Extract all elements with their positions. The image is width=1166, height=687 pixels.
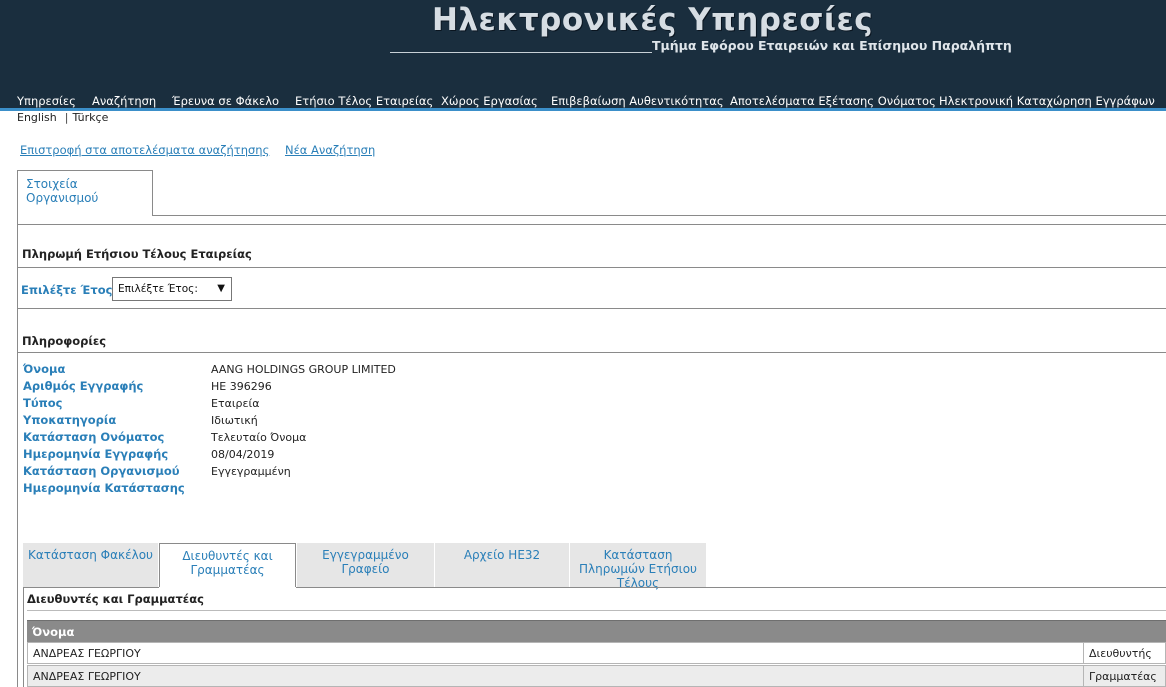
nav-underline: [0, 108, 1166, 111]
tab-payment-status-label: Κατάσταση Πληρωμών Ετήσιου Τέλους: [579, 548, 697, 590]
column-header-name: Όνομα: [32, 625, 75, 639]
info-label-name-status: Κατάσταση Ονόματος: [23, 430, 165, 444]
site-subtitle: Τμήμα Εφόρου Εταιρειών και Επίσημου Παρα…: [652, 38, 1012, 53]
directors-table-header: Όνομα: [27, 620, 1166, 642]
tab-he32-archive[interactable]: Αρχείο ΗΕ32: [435, 543, 569, 587]
director-name: ΑΝΔΡΕΑΣ ΓΕΩΡΓΙΟΥ: [33, 670, 141, 683]
tab-registered-office-label: Εγγεγραμμένο Γραφείο: [322, 548, 409, 576]
year-select[interactable]: Επιλέξτε Έτος: ▼: [112, 277, 232, 301]
info-title: Πληροφορίες: [22, 334, 107, 348]
info-label-type: Τύπος: [23, 396, 63, 410]
panel-left-border: [17, 215, 18, 687]
divider: [17, 267, 1166, 268]
table-row: ΑΝΔΡΕΑΣ ΓΕΩΡΓΙΟΥ Γραμματέας: [27, 665, 1166, 687]
year-select-value: Επιλέξτε Έτος:: [118, 283, 198, 295]
director-role: Γραμματέας: [1083, 666, 1166, 687]
info-label-org-status: Κατάσταση Οργανισμού: [23, 464, 180, 478]
subtitle-rule: [390, 52, 652, 53]
info-label-subcategory: Υποκατηγορία: [23, 413, 117, 427]
language-switcher: English | Türkçe: [17, 111, 108, 124]
search-links: Επιστροφή στα αποτελέσματα αναζήτησης Νέ…: [20, 143, 387, 157]
table-row: ΑΝΔΡΕΑΣ ΓΕΩΡΓΙΟΥ Διευθυντής: [27, 642, 1166, 664]
divider: [17, 308, 1166, 309]
subtab-baseline: [296, 587, 1166, 588]
top-nav: Υπηρεσίες Αναζήτηση Έρευνα σε Φάκελο Ετή…: [0, 92, 1166, 109]
info-label-reg-number: Αριθμός Εγγραφής: [23, 379, 144, 393]
payment-title: Πληρωμή Ετήσιου Τέλους Εταιρείας: [22, 247, 252, 261]
divider: [17, 224, 1166, 225]
nav-item-name-results[interactable]: Αποτελέσματα Εξέτασης Ονόματος: [730, 92, 936, 108]
tab-organization-details[interactable]: Στοιχεία Οργανισμού: [17, 170, 153, 216]
directors-title: Διευθυντές και Γραμματέας: [27, 592, 204, 606]
subpanel-left-border: [23, 587, 24, 687]
info-label-reg-date: Ημερομηνία Εγγραφής: [23, 447, 169, 461]
new-search-link[interactable]: Νέα Αναζήτηση: [285, 143, 375, 157]
info-value-org-status: Εγγεγραμμένη: [211, 465, 291, 478]
director-role: Διευθυντής: [1083, 643, 1166, 664]
director-name: ΑΝΔΡΕΑΣ ΓΕΩΡΓΙΟΥ: [33, 647, 141, 660]
tab-baseline: [153, 215, 1166, 216]
tab-he32-archive-label: Αρχείο ΗΕ32: [463, 548, 541, 562]
nav-item-workspace[interactable]: Χώρος Εργασίας: [441, 92, 538, 108]
tab-directors-secretary[interactable]: Διευθυντές και Γραμματέας: [159, 543, 296, 587]
divider: [17, 352, 1166, 353]
tab-directors-secretary-label: Διευθυντές και Γραμματέας: [182, 549, 273, 577]
info-value-type: Εταιρεία: [211, 397, 260, 410]
info-value-reg-number: ΗΕ 396296: [211, 380, 272, 393]
subtab-baseline: [23, 587, 159, 588]
site-title: Ηλεκτρονικές Υπηρεσίες: [432, 2, 874, 38]
directors-divider: [27, 610, 1166, 611]
info-label-status-date: Ημερομηνία Κατάστασης: [23, 481, 185, 495]
back-to-results-link[interactable]: Επιστροφή στα αποτελέσματα αναζήτησης: [20, 143, 269, 157]
info-value-subcategory: Ιδιωτική: [211, 414, 258, 427]
nav-item-file-search[interactable]: Έρευνα σε Φάκελο: [172, 92, 279, 108]
lang-english[interactable]: English: [17, 111, 57, 124]
tab-organization-details-label: Στοιχεία Οργανισμού: [26, 177, 99, 205]
tab-file-status[interactable]: Κατάσταση Φακέλου: [23, 543, 158, 587]
nav-item-services[interactable]: Υπηρεσίες: [17, 92, 76, 108]
tab-payment-status[interactable]: Κατάσταση Πληρωμών Ετήσιου Τέλους: [570, 543, 706, 590]
year-label: Επιλέξτε Έτος:: [21, 283, 118, 297]
info-value-name: AANG HOLDINGS GROUP LIMITED: [211, 363, 396, 376]
nav-item-annual-fee[interactable]: Ετήσιο Τέλος Εταιρείας: [295, 92, 433, 108]
lang-turkish[interactable]: Türkçe: [72, 111, 108, 124]
nav-item-search[interactable]: Αναζήτηση: [92, 92, 156, 108]
tab-file-status-label: Κατάσταση Φακέλου: [28, 548, 153, 562]
chevron-down-icon: ▼: [217, 283, 225, 294]
lang-separator: |: [64, 111, 69, 124]
tab-registered-office[interactable]: Εγγεγραμμένο Γραφείο: [297, 543, 434, 587]
info-value-reg-date: 08/04/2019: [211, 448, 275, 461]
info-value-name-status: Τελευταίο Όνομα: [211, 431, 307, 444]
info-label-name: Όνομα: [23, 362, 66, 376]
nav-item-authenticity[interactable]: Επιβεβαίωση Αυθεντικότητας: [551, 92, 724, 108]
nav-item-e-filing[interactable]: Ηλεκτρονική Καταχώρηση Εγγράφων: [939, 92, 1155, 108]
